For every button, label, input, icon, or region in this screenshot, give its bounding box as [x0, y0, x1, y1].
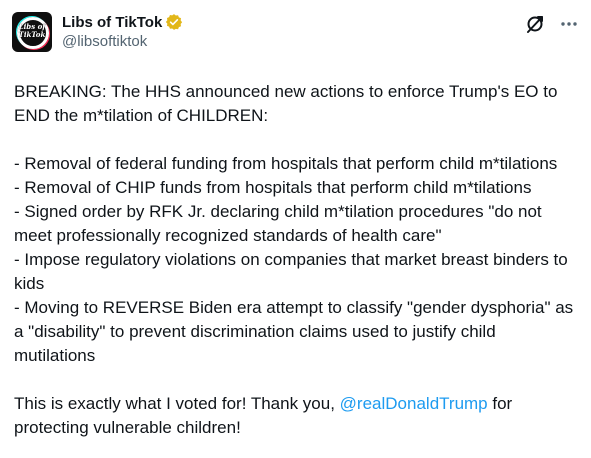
mention-link[interactable]: @realDonaldTrump [340, 394, 488, 413]
more-icon[interactable] [559, 14, 579, 34]
tweet-bullet: - Removal of CHIP funds from hospitals t… [14, 178, 532, 197]
verified-badge-icon[interactable] [165, 13, 183, 31]
tweet-bullet: - Removal of federal funding from hospit… [14, 154, 558, 173]
tweet-header: Libs of TikTok Libs of TikTok @libsoftik… [12, 12, 575, 60]
display-name-row: Libs of TikTok [62, 12, 183, 32]
tweet: Libs of TikTok Libs of TikTok @libsoftik… [0, 0, 591, 458]
tweet-bullet: - Impose regulatory violations on compan… [14, 250, 568, 293]
tweet-bullet: - Moving to REVERSE Biden era attempt to… [14, 298, 574, 365]
author-names: Libs of TikTok @libsoftiktok [62, 12, 183, 50]
display-name[interactable]: Libs of TikTok [62, 14, 162, 31]
avatar[interactable]: Libs of TikTok [12, 12, 52, 52]
tweet-body: BREAKING: The HHS announced new actions … [12, 80, 575, 440]
grok-icon[interactable] [525, 14, 545, 34]
handle[interactable]: @libsoftiktok [62, 33, 183, 50]
avatar-logo-text: Libs of TikTok [18, 22, 46, 39]
tweet-bullet: - Signed order by RFK Jr. declaring chil… [14, 202, 542, 245]
closing-text: This is exactly what I voted for! Thank … [14, 394, 340, 413]
tweet-actions [525, 14, 579, 34]
tweet-headline: BREAKING: The HHS announced new actions … [14, 82, 558, 125]
tweet-closing: This is exactly what I voted for! Thank … [14, 392, 575, 440]
